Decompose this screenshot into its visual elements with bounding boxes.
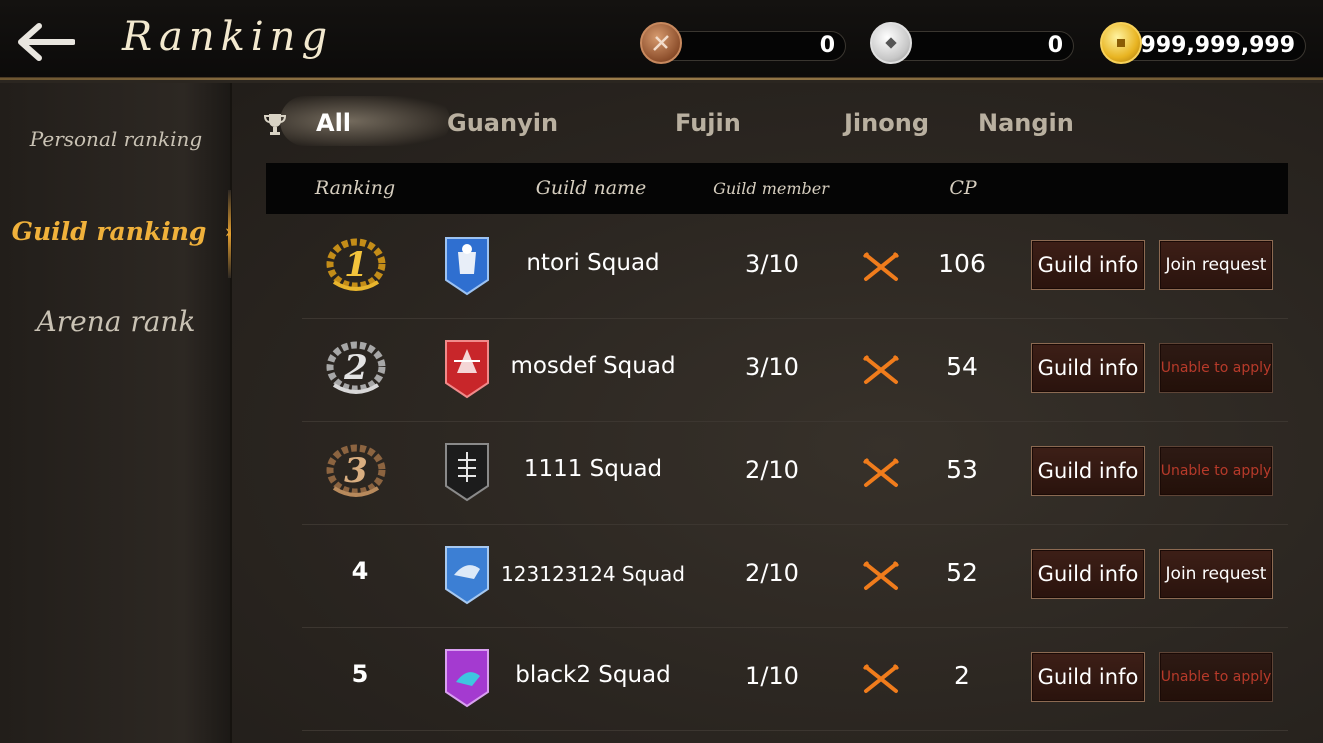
tab-nangin[interactable]: Nangin bbox=[978, 109, 1074, 137]
guild-member-count: 2/10 bbox=[745, 456, 799, 484]
guild-name: ntori Squad bbox=[526, 250, 660, 276]
guild-emblem-icon bbox=[445, 237, 489, 296]
main-panel: All Guanyin Fujin Jinong Nangin Ranking … bbox=[232, 83, 1323, 743]
combat-power: 54 bbox=[946, 352, 978, 381]
top-bar: Ranking 0 0 999,999,999 bbox=[0, 0, 1323, 80]
back-arrow-icon bbox=[18, 23, 75, 61]
combat-power: 52 bbox=[946, 558, 978, 587]
crossed-swords-icon bbox=[862, 663, 900, 693]
sidebar-item-label: Personal ranking bbox=[29, 127, 203, 151]
guild-info-button[interactable]: Guild info bbox=[1031, 549, 1145, 599]
crossed-swords-icon bbox=[862, 560, 900, 590]
gold-currency: 999,999,999 bbox=[1100, 22, 1306, 64]
guild-emblem-icon bbox=[445, 443, 489, 502]
page-title: Ranking bbox=[122, 14, 334, 60]
guild-name: 1111 Squad bbox=[523, 456, 663, 482]
sidebar-item-guild-ranking[interactable]: Guild ranking › bbox=[0, 217, 232, 246]
trophy-icon bbox=[263, 114, 287, 135]
guild-name: mosdef Squad bbox=[510, 353, 676, 379]
column-header-guild-member: Guild member bbox=[713, 179, 829, 198]
sidebar-item-arena-rank[interactable]: Arena rank bbox=[0, 305, 232, 338]
back-button[interactable] bbox=[14, 18, 78, 66]
silver-medal-icon: 2 bbox=[320, 337, 392, 399]
crossed-swords-icon bbox=[862, 354, 900, 384]
sidebar-item-label: Arena rank bbox=[36, 305, 196, 338]
table-row: 3 1111 Squad 2/10 53 Guild info Unable t… bbox=[302, 422, 1288, 525]
bronze-coin-icon bbox=[640, 22, 682, 64]
rank-number: 1 bbox=[344, 245, 368, 285]
guild-info-button[interactable]: Guild info bbox=[1031, 240, 1145, 290]
table-header: Ranking Guild name Guild member CP bbox=[266, 163, 1288, 214]
active-tab-highlight bbox=[280, 96, 450, 146]
gold-medal-icon: 1 bbox=[320, 234, 392, 296]
table-row: 2 mosdef Squad 3/10 54 Guild info Unable… bbox=[302, 319, 1288, 422]
combat-power: 2 bbox=[954, 661, 970, 690]
tab-fujin[interactable]: Fujin bbox=[675, 109, 741, 137]
rank-number: 4 bbox=[351, 557, 369, 585]
silver-amount: 0 bbox=[1047, 33, 1063, 58]
guild-emblem-icon bbox=[445, 340, 489, 399]
column-header-cp: CP bbox=[949, 177, 977, 199]
unable-to-apply-button[interactable]: Unable to apply bbox=[1159, 343, 1273, 393]
gold-amount: 999,999,999 bbox=[1140, 33, 1295, 58]
guild-member-count: 1/10 bbox=[745, 662, 799, 690]
bronze-amount: 0 bbox=[819, 33, 835, 58]
guild-member-count: 2/10 bbox=[745, 559, 799, 587]
sidebar-item-personal-ranking[interactable]: Personal ranking bbox=[0, 127, 232, 151]
guild-info-button[interactable]: Guild info bbox=[1031, 343, 1145, 393]
rank-number: 3 bbox=[344, 451, 368, 491]
active-indicator bbox=[228, 190, 231, 278]
rank-number: 2 bbox=[344, 348, 368, 388]
silver-coin-icon bbox=[870, 22, 912, 64]
column-header-guild-name: Guild name bbox=[535, 177, 647, 199]
sidebar: Personal ranking Guild ranking › Arena r… bbox=[0, 83, 232, 743]
guild-info-button[interactable]: Guild info bbox=[1031, 446, 1145, 496]
region-tabs: All Guanyin Fujin Jinong Nangin bbox=[232, 83, 1323, 163]
tab-jinong[interactable]: Jinong bbox=[844, 109, 929, 137]
silver-currency: 0 bbox=[870, 22, 1076, 64]
sidebar-item-label: Guild ranking bbox=[11, 217, 207, 246]
guild-emblem-icon bbox=[445, 649, 489, 708]
guild-name: 123123124 Squad bbox=[501, 562, 685, 586]
guild-info-button[interactable]: Guild info bbox=[1031, 652, 1145, 702]
join-request-button[interactable]: Join request bbox=[1159, 549, 1273, 599]
tab-guanyin[interactable]: Guanyin bbox=[447, 109, 558, 137]
crossed-swords-icon bbox=[862, 251, 900, 281]
guild-emblem-icon bbox=[445, 546, 489, 605]
combat-power: 106 bbox=[938, 249, 986, 278]
crossed-swords-icon bbox=[862, 457, 900, 487]
table-row: 4 123123124 Squad 2/10 52 Guild info Joi… bbox=[302, 525, 1288, 628]
combat-power: 53 bbox=[946, 455, 978, 484]
guild-member-count: 3/10 bbox=[745, 250, 799, 278]
table-row: 1 ntori Squad 3/10 106 Guild info Join r… bbox=[302, 216, 1288, 319]
bronze-currency: 0 bbox=[640, 22, 848, 64]
unable-to-apply-button[interactable]: Unable to apply bbox=[1159, 652, 1273, 702]
rank-number: 5 bbox=[351, 660, 369, 688]
table-row: 5 black2 Squad 1/10 2 Guild info Unable … bbox=[302, 628, 1288, 731]
tab-all[interactable]: All bbox=[316, 109, 351, 137]
guild-member-count: 3/10 bbox=[745, 353, 799, 381]
column-header-ranking: Ranking bbox=[314, 177, 396, 199]
guild-name: black2 Squad bbox=[515, 662, 671, 688]
join-request-button[interactable]: Join request bbox=[1159, 240, 1273, 290]
gold-coin-icon bbox=[1100, 22, 1142, 64]
unable-to-apply-button[interactable]: Unable to apply bbox=[1159, 446, 1273, 496]
bronze-medal-icon: 3 bbox=[320, 440, 392, 502]
